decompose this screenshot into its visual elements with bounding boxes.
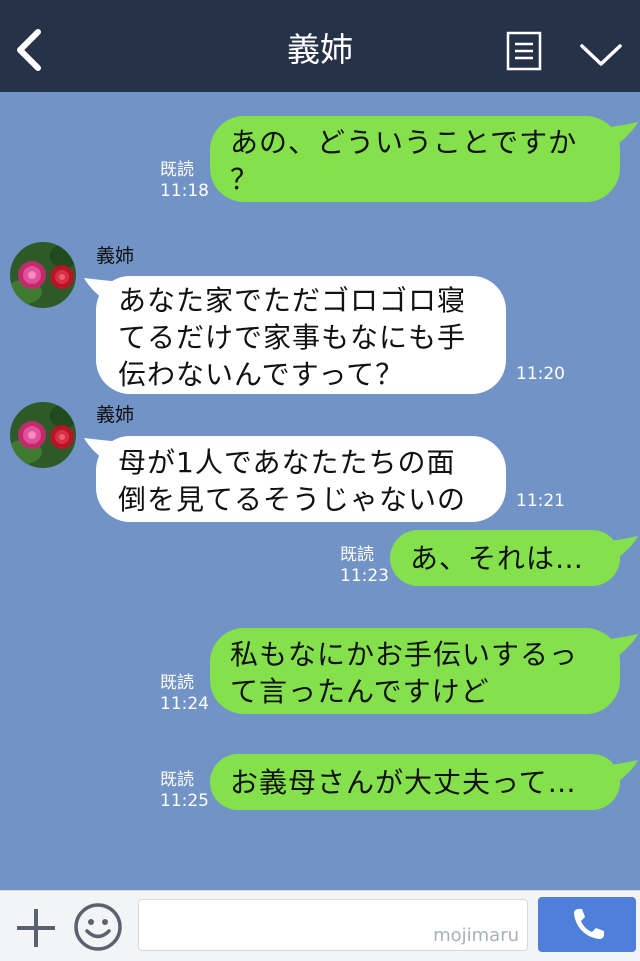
chevron-down-icon [580, 44, 622, 66]
collapse-button[interactable] [578, 40, 624, 70]
message-meta: 既読 11:23 [340, 545, 389, 587]
message-meta: 既読 11:25 [160, 770, 209, 812]
read-receipt: 既読 [160, 770, 194, 790]
rose-avatar-icon [10, 402, 76, 468]
chat-area[interactable]: 既読 11:18 あの、どういうことですか ？ 義姉 あなた家でただゴロゴロ寝 … [0, 92, 640, 890]
message-bubble[interactable]: 私もなにかお手伝いするっ て言ったんですけど [210, 628, 620, 714]
read-receipt: 既読 [340, 545, 374, 565]
watermark-text: mojimaru [433, 925, 519, 946]
emoji-button[interactable] [73, 902, 123, 952]
message-bubble[interactable]: あ、それは… [390, 530, 620, 586]
message-time: 11:21 [516, 491, 565, 511]
rose-avatar-icon [10, 242, 76, 308]
message-meta: 既読 11:24 [160, 673, 209, 715]
input-bar: mojimaru [0, 890, 640, 961]
chat-title: 義姉 [287, 30, 353, 69]
add-button[interactable] [14, 906, 58, 950]
read-receipt: 既読 [160, 160, 194, 180]
menu-list-icon [506, 31, 542, 71]
bubble-tail [600, 122, 638, 148]
read-receipt: 既読 [160, 673, 194, 693]
sender-name: 義姉 [96, 245, 135, 267]
message-time: 11:20 [516, 364, 565, 384]
plus-icon [17, 909, 55, 947]
message-bubble[interactable]: あなた家でただゴロゴロ寝 てるだけで家事もなにも手 伝わないんですって？ [96, 276, 506, 394]
bubble-tail [600, 634, 638, 660]
smiley-icon [74, 903, 122, 951]
menu-button[interactable] [506, 31, 542, 71]
message-bubble[interactable]: 母が1人であなたたちの面 倒を見てるそうじゃないの [96, 436, 506, 522]
bubble-tail [600, 760, 638, 786]
message-time: 11:25 [160, 791, 209, 811]
message-input[interactable]: mojimaru [138, 899, 528, 951]
message-meta: 既読 11:18 [160, 160, 209, 202]
phone-icon [574, 909, 604, 939]
message-bubble[interactable]: あの、どういうことですか ？ [210, 116, 620, 202]
message-time: 11:24 [160, 694, 209, 714]
avatar[interactable] [10, 242, 76, 308]
back-button[interactable] [10, 24, 50, 76]
chat-header: 義姉 [0, 0, 640, 92]
call-button[interactable] [538, 897, 636, 952]
bubble-tail [600, 536, 638, 562]
message-time: 11:23 [340, 566, 389, 586]
message-time: 11:18 [160, 181, 209, 201]
sender-name: 義姉 [96, 404, 135, 426]
chevron-left-icon [17, 29, 41, 71]
message-bubble[interactable]: お義母さんが大丈夫って… [210, 754, 620, 810]
avatar[interactable] [10, 402, 76, 468]
